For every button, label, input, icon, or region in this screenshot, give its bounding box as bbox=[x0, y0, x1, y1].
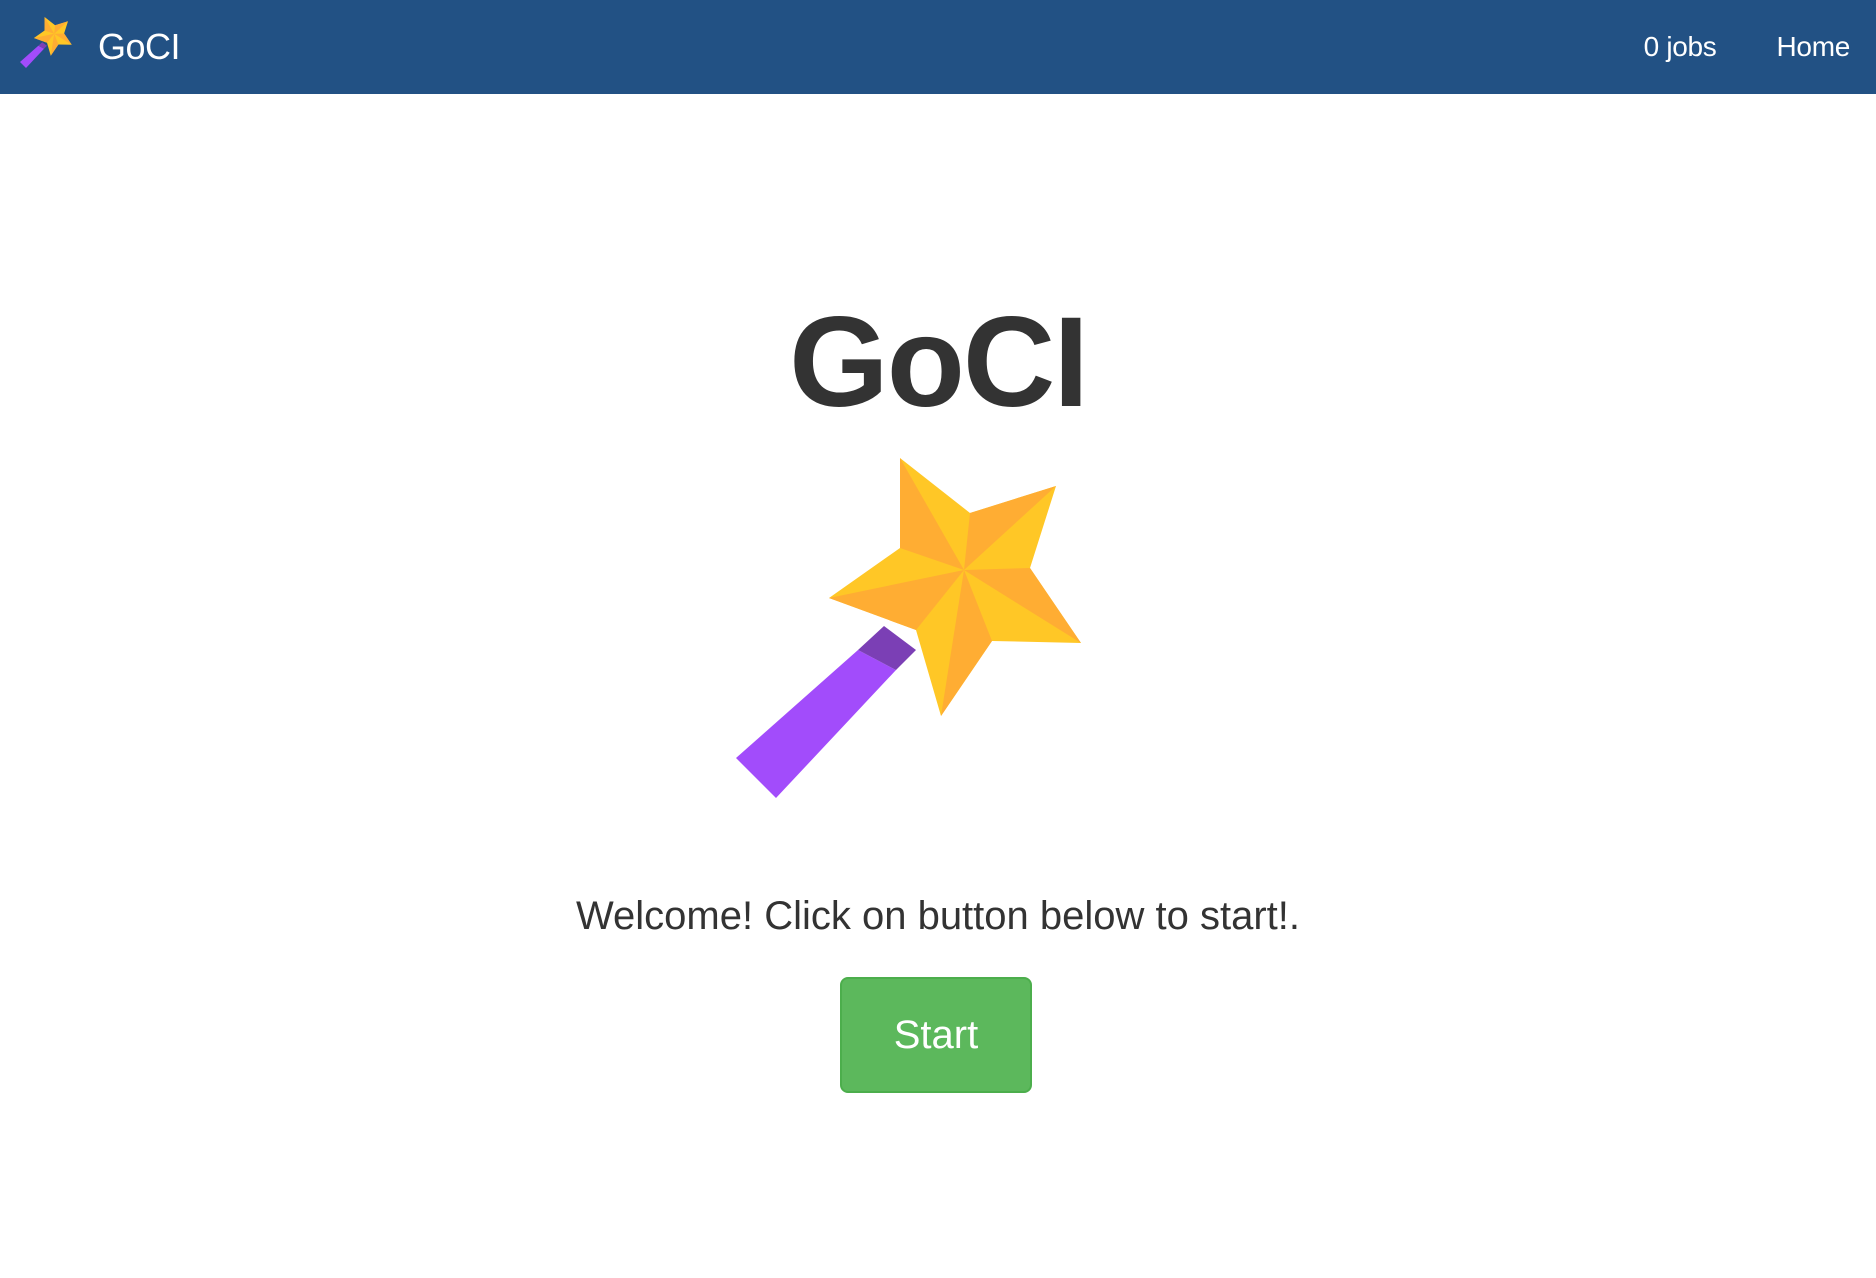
nav-links: 0 jobs Home bbox=[1584, 31, 1851, 63]
start-button[interactable]: Start bbox=[840, 977, 1032, 1093]
main-content: GoCI Welcome! Click on button below to s… bbox=[0, 94, 1876, 1278]
nav-jobs-link[interactable]: 0 jobs bbox=[1644, 31, 1717, 63]
nav-home-link[interactable]: Home bbox=[1777, 31, 1851, 63]
magic-wand-icon bbox=[736, 458, 1081, 798]
welcome-message: Welcome! Click on button below to start!… bbox=[575, 894, 1301, 938]
top-navbar: GoCI 0 jobs Home bbox=[0, 0, 1876, 94]
magic-wand-icon bbox=[20, 17, 72, 68]
brand-link[interactable]: GoCI bbox=[20, 17, 181, 77]
page-title: GoCI bbox=[789, 291, 1089, 434]
brand-title: GoCI bbox=[98, 26, 181, 67]
